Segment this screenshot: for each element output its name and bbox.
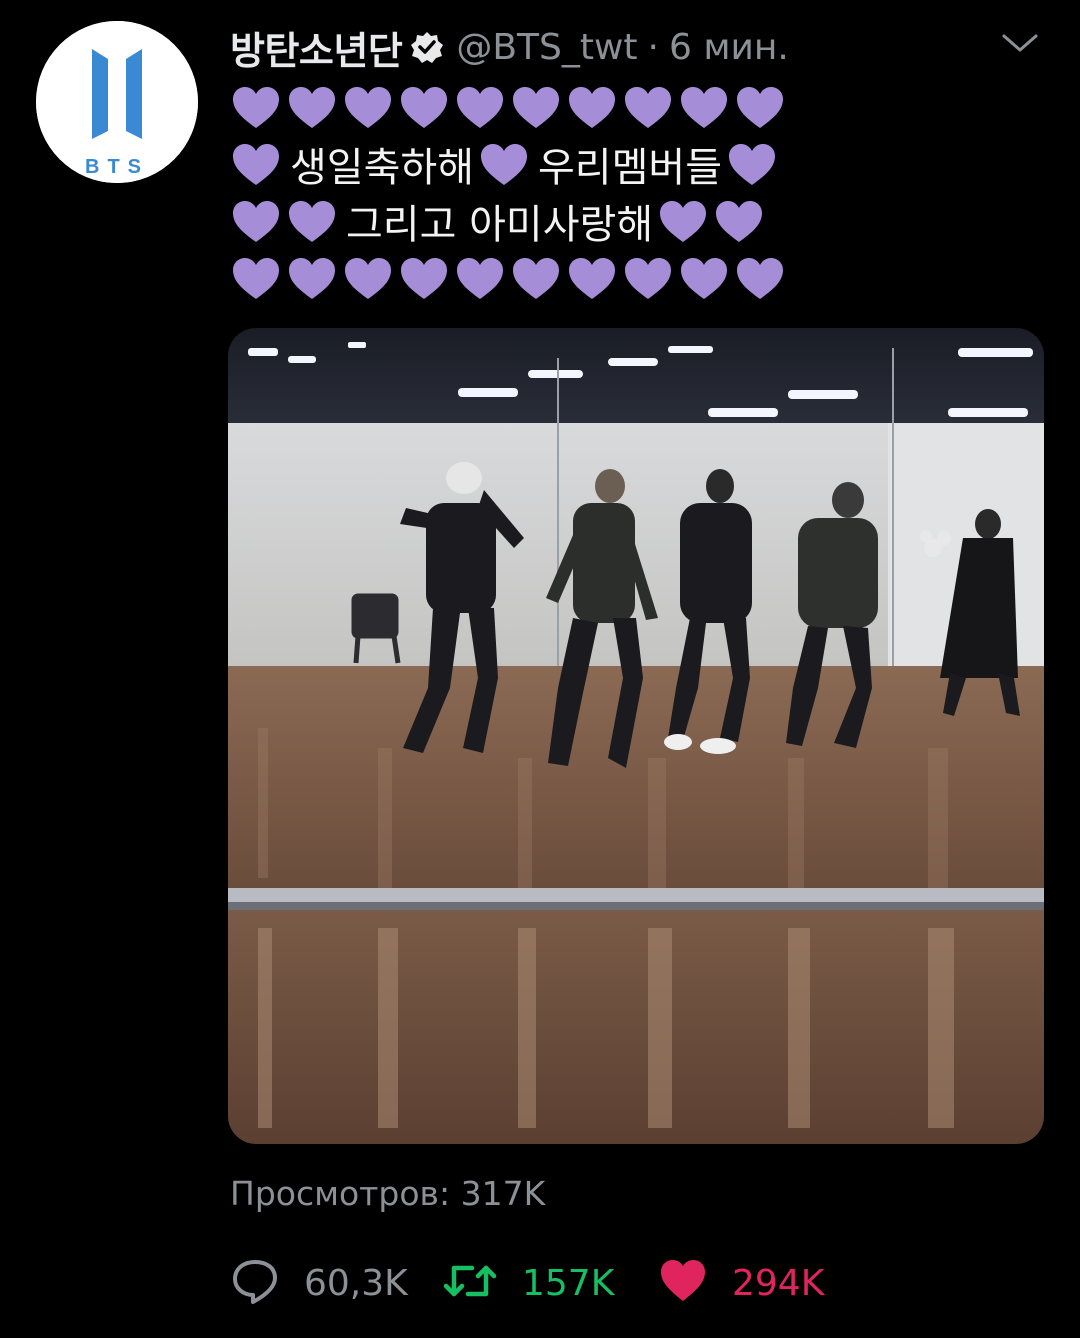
chevron-down-icon[interactable] (1000, 28, 1040, 58)
video-media[interactable] (228, 328, 1044, 1144)
purple-heart-icon (678, 84, 730, 130)
purple-heart-icon (286, 84, 338, 130)
purple-heart-group (230, 141, 286, 187)
purple-heart-icon (734, 84, 786, 130)
purple-heart-icon (478, 141, 530, 187)
tweet-actions: 60,3K 157K 294K (230, 1252, 1030, 1314)
purple-heart-icon (510, 255, 562, 301)
purple-heart-icon (726, 141, 778, 187)
purple-heart-row (230, 255, 790, 301)
tweet-timestamp[interactable]: 6 мин. (669, 27, 789, 68)
purple-heart-icon (566, 84, 618, 130)
birthday-text: 생일축하해 (290, 144, 474, 191)
purple-heart-icon (342, 84, 394, 130)
like-button[interactable]: 294K (658, 1252, 824, 1314)
tweet-text: 생일축하해 우리멤버들 그리고 아미사랑해 (230, 78, 1030, 306)
retweet-button[interactable]: 157K (442, 1252, 614, 1314)
purple-heart-icon (398, 84, 450, 130)
text-line-3: 그리고 아미사랑해 (230, 192, 1030, 249)
purple-heart-row (230, 84, 790, 130)
purple-heart-icon (622, 255, 674, 301)
purple-heart-icon (230, 141, 282, 187)
purple-heart-icon (286, 255, 338, 301)
dance-practice-video-frame (228, 328, 1044, 1144)
verified-badge-icon (410, 30, 444, 64)
purple-heart-icon (713, 198, 765, 244)
purple-heart-icon (230, 84, 282, 130)
logo-text: BTS (85, 156, 149, 178)
bts-logo: BTS (36, 21, 198, 183)
purple-heart-icon (734, 255, 786, 301)
purple-heart-group (478, 141, 534, 187)
separator-dot: · (647, 26, 659, 68)
purple-heart-icon (230, 198, 282, 244)
purple-heart-group (726, 141, 782, 187)
purple-heart-icon (454, 84, 506, 130)
avatar[interactable]: BTS (36, 21, 198, 183)
purple-heart-icon (286, 198, 338, 244)
purple-heart-icon (657, 198, 709, 244)
purple-heart-icon (566, 255, 618, 301)
tweet-header: 방탄소년단 @BTS_twt · 6 мин. (230, 18, 980, 76)
reply-button[interactable]: 60,3K (230, 1252, 408, 1314)
heart-icon (658, 1256, 708, 1310)
display-name[interactable]: 방탄소년단 (230, 20, 403, 75)
text-line-4 (230, 249, 1030, 306)
author-handle[interactable]: @BTS_twt (456, 27, 637, 68)
purple-heart-group (657, 198, 769, 244)
retweet-icon (442, 1256, 498, 1310)
army-love-text: 그리고 아미사랑해 (346, 201, 654, 248)
purple-heart-icon (454, 255, 506, 301)
view-count: Просмотров: 317K (230, 1174, 546, 1213)
purple-heart-icon (678, 255, 730, 301)
purple-heart-icon (398, 255, 450, 301)
purple-heart-group (230, 198, 342, 244)
like-count: 294K (732, 1262, 825, 1304)
purple-heart-icon (230, 255, 282, 301)
members-text: 우리멤버들 (538, 144, 722, 191)
retweet-count: 157K (522, 1262, 615, 1304)
purple-heart-icon (622, 84, 674, 130)
purple-heart-icon (510, 84, 562, 130)
purple-heart-icon (342, 255, 394, 301)
reply-count: 60,3K (304, 1262, 408, 1304)
text-line-1 (230, 78, 1030, 135)
reply-icon (230, 1256, 280, 1310)
text-line-2: 생일축하해 우리멤버들 (230, 135, 1030, 192)
